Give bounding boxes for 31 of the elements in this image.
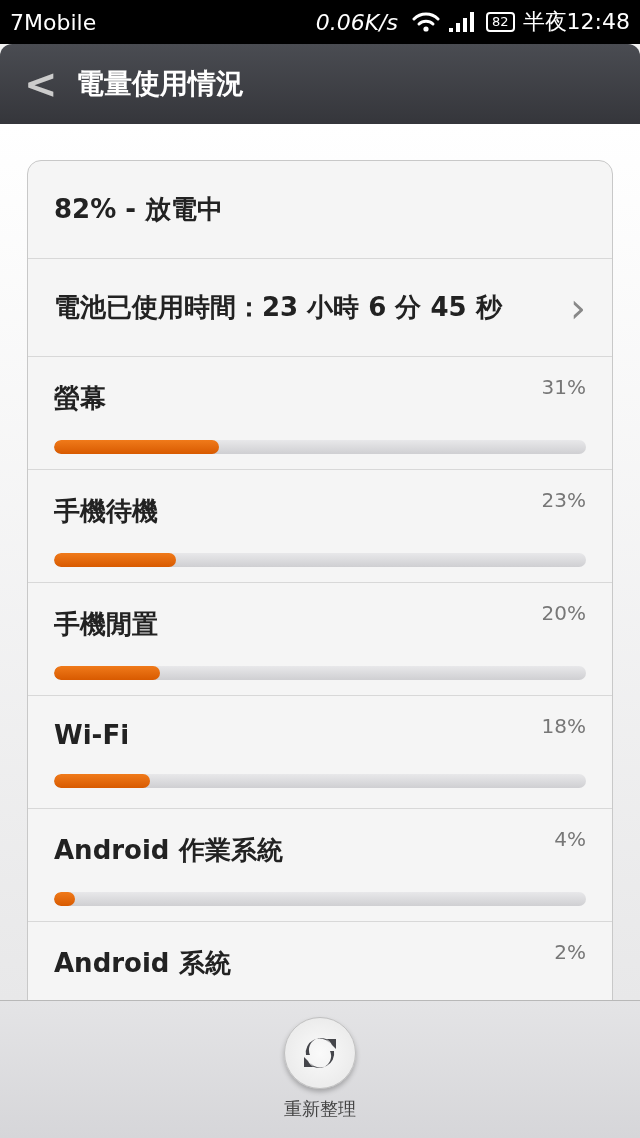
usage-item[interactable]: 螢幕 31% [28, 357, 612, 470]
item-percent: 20% [541, 601, 586, 625]
page-title: 電量使用情況 [75, 66, 244, 102]
item-percent: 23% [541, 488, 586, 512]
item-name: Android 作業系統 [54, 834, 283, 867]
usage-item[interactable]: 手機閒置 20% [28, 583, 612, 696]
battery-status: 82% - 放電中 [54, 193, 225, 226]
wifi-icon [412, 12, 441, 32]
item-percent: 18% [541, 714, 586, 738]
back-button[interactable]: < [0, 61, 76, 107]
usage-time-row[interactable]: 電池已使用時間：23 小時 6 分 45 秒 › [28, 259, 612, 357]
item-name: Android 系統 [54, 947, 231, 980]
usage-item[interactable]: 手機待機 23% [28, 470, 612, 583]
signal-icon [448, 12, 475, 32]
carrier-name: 7Mobile [10, 9, 97, 35]
network-speed: 0.06K/s [315, 9, 399, 35]
item-name: 螢幕 [54, 382, 106, 415]
item-name: 手機閒置 [54, 608, 158, 641]
item-percent: 31% [541, 375, 586, 399]
clock: 半夜12:48 [522, 8, 630, 36]
chevron-icon: › [570, 284, 586, 331]
usage-time: 電池已使用時間：23 小時 6 分 45 秒 [54, 291, 504, 324]
usage-item[interactable]: Wi-Fi 18% [28, 696, 612, 809]
item-percent: 4% [554, 827, 586, 851]
battery-icon: 82 [486, 12, 515, 32]
refresh-button[interactable] [284, 1017, 356, 1089]
usage-item[interactable]: Android 作業系統 4% [28, 809, 612, 922]
item-percent: 2% [554, 940, 586, 964]
item-name: Wi-Fi [54, 720, 130, 750]
item-name: 手機待機 [54, 495, 158, 528]
refresh-label: 重新整理 [284, 1097, 356, 1121]
